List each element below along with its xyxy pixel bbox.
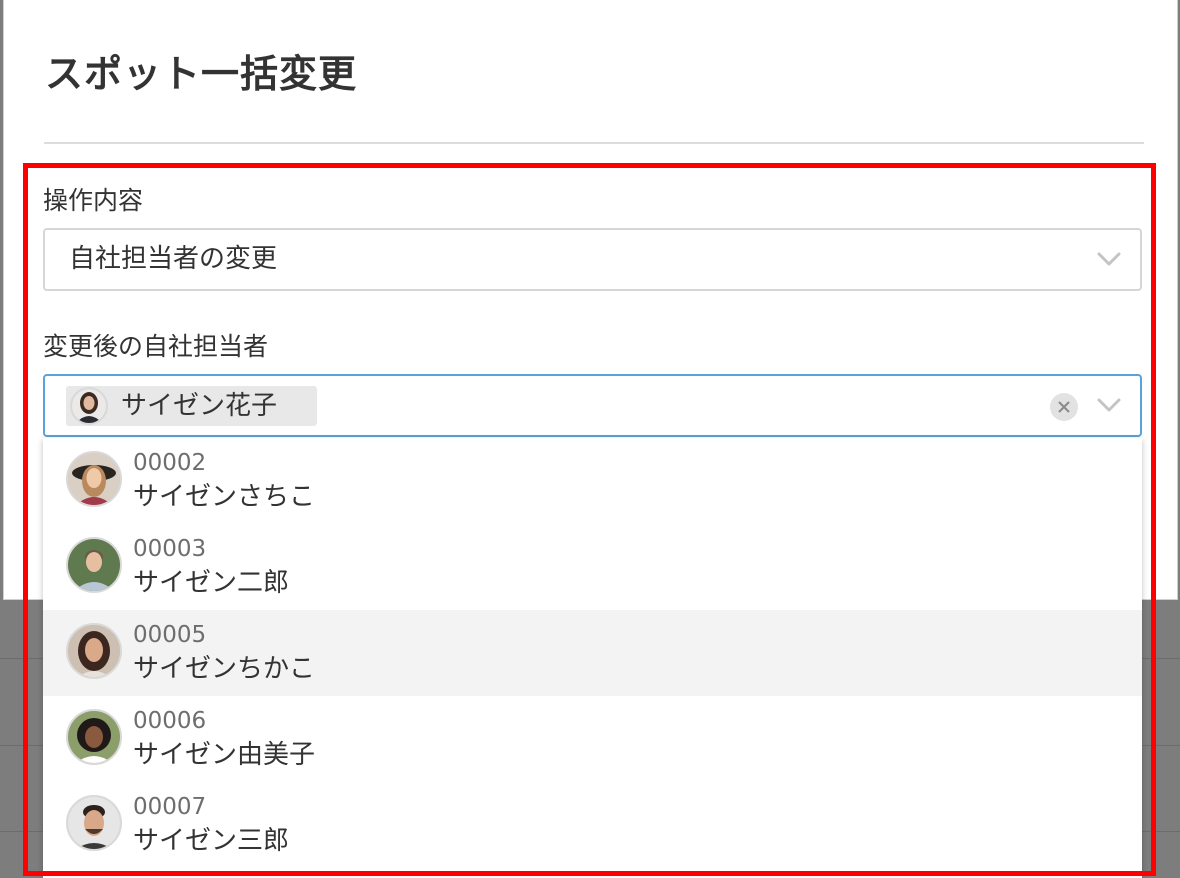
- list-item[interactable]: 00005 サイゼンちかこ: [43, 610, 1142, 696]
- option-code: 00006: [133, 708, 207, 734]
- option-code: 00003: [133, 536, 207, 562]
- option-name: サイゼンちかこ: [133, 654, 316, 684]
- avatar: [66, 795, 122, 851]
- selected-assignee-name: サイゼン花子: [121, 391, 278, 421]
- list-item[interactable]: 00003 サイゼン二郎: [43, 524, 1142, 610]
- modal-title: スポット一括変更: [45, 52, 358, 96]
- selected-assignee-chip: サイゼン花子: [66, 386, 317, 426]
- assignee-select[interactable]: サイゼン花子: [43, 374, 1142, 437]
- operation-label: 操作内容: [43, 186, 144, 215]
- assignee-label: 変更後の自社担当者: [43, 332, 269, 361]
- avatar: [70, 387, 108, 425]
- option-name: サイゼンさちこ: [133, 482, 316, 512]
- option-name: サイゼン三郎: [133, 826, 290, 856]
- list-item[interactable]: 00006 サイゼン由美子: [43, 696, 1142, 782]
- option-name: サイゼン二郎: [133, 568, 290, 598]
- modal-divider: [44, 142, 1144, 144]
- option-code: 00005: [133, 622, 207, 648]
- avatar: [66, 709, 122, 765]
- list-item[interactable]: 00007 サイゼン三郎: [43, 782, 1142, 868]
- operation-select[interactable]: 自社担当者の変更: [43, 228, 1142, 291]
- option-code: 00007: [133, 794, 207, 820]
- avatar: [66, 537, 122, 593]
- assignee-dropdown-list: 00002 サイゼンさちこ 00003 サイゼン二郎 00005 サイゼンちかこ: [43, 438, 1142, 878]
- option-code: 00002: [133, 450, 207, 476]
- list-item[interactable]: 00002 サイゼンさちこ: [43, 438, 1142, 524]
- avatar: [66, 451, 122, 507]
- chevron-down-icon[interactable]: [1096, 250, 1122, 268]
- clear-icon[interactable]: [1050, 393, 1078, 421]
- chevron-down-icon[interactable]: [1096, 396, 1122, 414]
- operation-selected-value: 自社担当者の変更: [69, 244, 278, 274]
- option-name: サイゼン由美子: [133, 740, 316, 770]
- avatar: [66, 623, 122, 679]
